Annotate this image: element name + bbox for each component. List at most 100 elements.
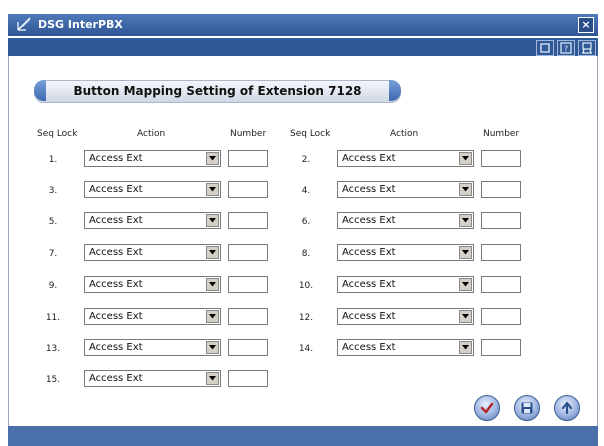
save-button[interactable] [514, 395, 540, 421]
row-seq: 11. [45, 313, 61, 323]
svg-text:?: ? [564, 45, 568, 54]
action-select[interactable]: Access Ext [84, 370, 221, 387]
number-input[interactable] [228, 181, 268, 198]
chevron-down-icon[interactable] [459, 341, 472, 354]
col-header-number-left: Number [230, 129, 267, 139]
close-button[interactable]: × [578, 17, 594, 33]
chevron-down-icon[interactable] [459, 183, 472, 196]
number-input[interactable] [228, 244, 268, 261]
row-seq: 13. [45, 344, 61, 354]
chevron-down-icon[interactable] [206, 152, 219, 165]
row-seq: 1. [48, 155, 58, 165]
chevron-down-icon[interactable] [206, 341, 219, 354]
col-header-action-right: Action [390, 129, 419, 139]
action-select[interactable]: Access Ext [84, 150, 221, 167]
chevron-down-icon[interactable] [459, 310, 472, 323]
row-seq: 9. [48, 281, 58, 291]
row-seq: 4. [301, 186, 311, 196]
title-bar: DSG InterPBX × [8, 14, 598, 36]
action-select[interactable]: Access Ext [337, 181, 474, 198]
chevron-down-icon[interactable] [459, 278, 472, 291]
action-select[interactable]: Access Ext [337, 150, 474, 167]
number-input[interactable] [481, 150, 521, 167]
number-input[interactable] [481, 244, 521, 261]
row-seq: 7. [48, 249, 58, 259]
number-input[interactable] [481, 212, 521, 229]
col-header-action-left: Action [137, 129, 166, 139]
chevron-down-icon[interactable] [459, 214, 472, 227]
number-input[interactable] [481, 276, 521, 293]
chevron-down-icon[interactable] [206, 372, 219, 385]
toolbar: ? [8, 38, 598, 56]
row-seq: 10. [298, 281, 314, 291]
row-seq: 15. [45, 375, 61, 385]
action-select[interactable]: Access Ext [84, 212, 221, 229]
action-select[interactable]: Access Ext [84, 308, 221, 325]
chevron-down-icon[interactable] [206, 214, 219, 227]
chevron-down-icon[interactable] [206, 310, 219, 323]
page-heading-banner: Button Mapping Setting of Extension 7128 [34, 80, 401, 103]
action-select-value: Access Ext [89, 153, 143, 164]
row-seq: 6. [301, 217, 311, 227]
col-header-number-right: Number [483, 129, 520, 139]
action-select-value: Access Ext [89, 184, 143, 195]
number-input[interactable] [228, 308, 268, 325]
chevron-down-icon[interactable] [206, 246, 219, 259]
action-select-value: Access Ext [342, 311, 396, 322]
number-input[interactable] [228, 339, 268, 356]
action-select-value: Access Ext [89, 342, 143, 353]
upload-icon [555, 400, 579, 416]
app-logo-icon [16, 16, 32, 32]
row-seq: 8. [301, 249, 311, 259]
frame-left-border [8, 56, 9, 426]
action-select-value: Access Ext [342, 153, 396, 164]
confirm-button[interactable] [474, 395, 500, 421]
action-select[interactable]: Access Ext [337, 339, 474, 356]
confirm-icon [475, 400, 499, 416]
number-input[interactable] [481, 308, 521, 325]
action-select[interactable]: Access Ext [84, 339, 221, 356]
number-input[interactable] [228, 370, 268, 387]
action-select[interactable]: Access Ext [337, 244, 474, 261]
action-select[interactable]: Access Ext [337, 276, 474, 293]
number-input[interactable] [481, 181, 521, 198]
col-header-seq-left: Seq Lock [37, 129, 78, 139]
number-input[interactable] [228, 276, 268, 293]
frame-right-border [597, 56, 598, 426]
upload-button[interactable] [554, 395, 580, 421]
help-icon[interactable]: ? [557, 40, 575, 56]
number-input[interactable] [481, 339, 521, 356]
col-header-seq-right: Seq Lock [290, 129, 331, 139]
window-icon[interactable] [536, 40, 554, 56]
action-select-value: Access Ext [89, 311, 143, 322]
chevron-down-icon[interactable] [206, 183, 219, 196]
window-title: DSG InterPBX [38, 18, 123, 31]
action-select[interactable]: Access Ext [84, 181, 221, 198]
page-title: Button Mapping Setting of Extension 7128 [73, 84, 362, 98]
user-icon[interactable] [578, 40, 596, 56]
action-select-value: Access Ext [342, 184, 396, 195]
action-select[interactable]: Access Ext [84, 276, 221, 293]
chevron-down-icon[interactable] [459, 152, 472, 165]
chevron-down-icon[interactable] [459, 246, 472, 259]
action-select-value: Access Ext [89, 279, 143, 290]
row-seq: 2. [301, 155, 311, 165]
number-input[interactable] [228, 150, 268, 167]
row-seq: 5. [48, 217, 58, 227]
action-select-value: Access Ext [342, 279, 396, 290]
action-select-value: Access Ext [89, 247, 143, 258]
row-seq: 14. [298, 344, 314, 354]
row-seq: 12. [298, 313, 314, 323]
action-select[interactable]: Access Ext [337, 308, 474, 325]
action-select[interactable]: Access Ext [337, 212, 474, 229]
action-select[interactable]: Access Ext [84, 244, 221, 261]
action-select-value: Access Ext [342, 342, 396, 353]
number-input[interactable] [228, 212, 268, 229]
app-window: DSG InterPBX × ? Button Mapping Setting … [0, 0, 604, 446]
status-bar [8, 426, 598, 446]
action-select-value: Access Ext [342, 215, 396, 226]
action-select-value: Access Ext [342, 247, 396, 258]
row-seq: 3. [48, 186, 58, 196]
action-select-value: Access Ext [89, 373, 143, 384]
chevron-down-icon[interactable] [206, 278, 219, 291]
